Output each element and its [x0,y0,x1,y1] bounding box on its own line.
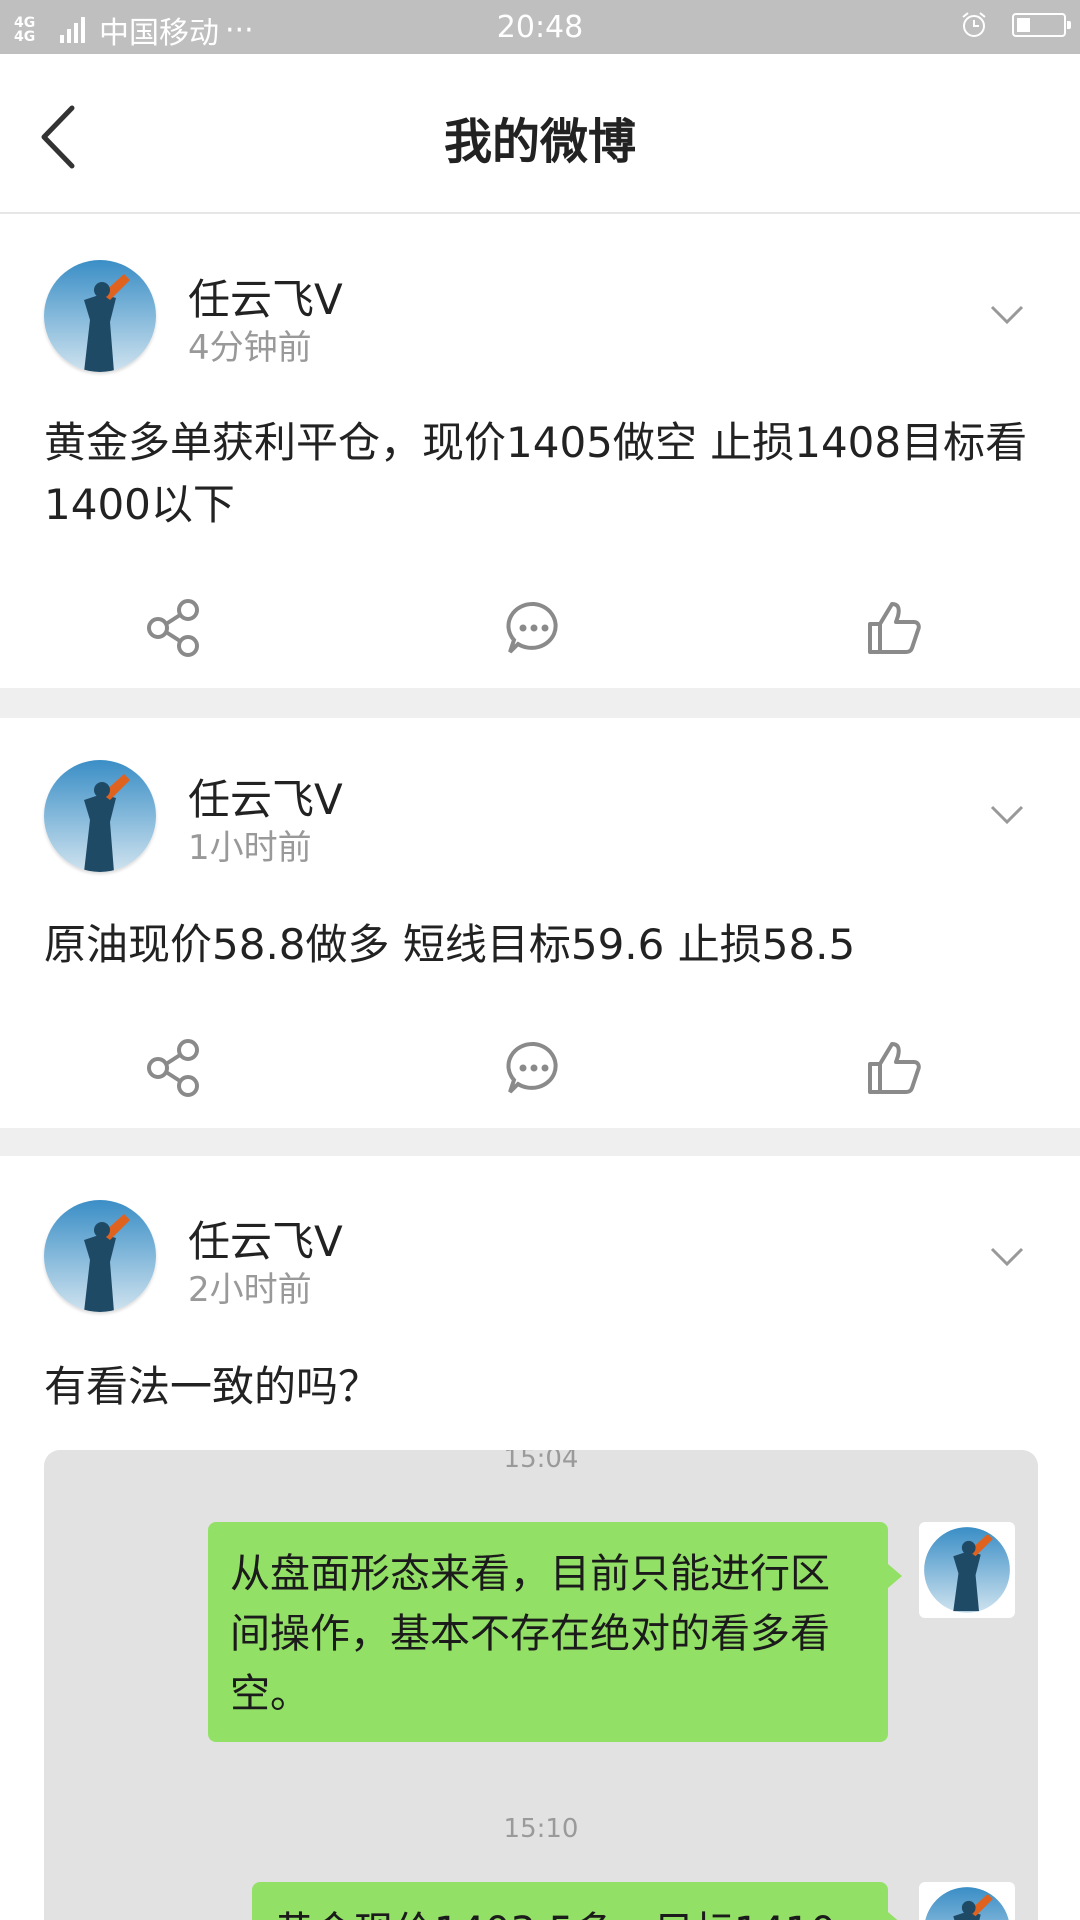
post-content: 原油现价58.8做多 短线目标59.6 止损58.5 [44,920,856,969]
comment-icon[interactable] [504,598,564,658]
chat-avatar [919,1882,1015,1920]
post-time: 2小时前 [188,1270,312,1310]
like-icon[interactable] [864,1038,924,1098]
battery-fill [1017,18,1030,32]
nav-bar: 我的微博 [0,54,1080,214]
post-time: 4分钟前 [188,328,312,368]
post-content: 有看法一致的吗？ [44,1362,381,1411]
chevron-down-icon[interactable] [990,304,1024,326]
bubble-tail [888,1564,902,1588]
avatar[interactable] [44,1200,156,1312]
chat-avatar [919,1522,1015,1618]
post-image[interactable]: 15:04 从盘面形态来看，目前只能进行区间操作，基本不存在绝对的看多看空。 1… [44,1450,1038,1920]
chat-bubble: 从盘面形态来看，目前只能进行区间操作，基本不存在绝对的看多看空。 [208,1522,902,1742]
chat-message: 从盘面形态来看，目前只能进行区间操作，基本不存在绝对的看多看空。 [230,1551,830,1717]
post-card: 任云飞V 4分钟前 黄金多单获利平仓，现价1405做空 止损1408目标看140… [0,216,1080,688]
avatar[interactable] [44,760,156,872]
like-icon[interactable] [864,598,924,658]
post-content: 黄金多单获利平仓，现价1405做空 止损1408目标看1400以下 [44,418,1028,529]
status-right [960,11,1071,39]
chevron-down-icon[interactable] [990,1246,1024,1268]
post-author[interactable]: 任云飞V [188,766,343,827]
post-separator [0,1128,1080,1156]
chat-bubble: 黄金现价1403.5多，目标1410 [252,1882,902,1920]
battery-icon [1012,13,1071,37]
post-author[interactable]: 任云飞V [188,1208,343,1269]
post-author[interactable]: 任云飞V [188,266,343,327]
bubble-tail [888,1912,902,1920]
chat-timestamp: 15:10 [503,1814,579,1844]
share-icon[interactable] [144,598,204,658]
status-bar: 4G 4G 中国移动 ··· 20:48 [0,0,1080,54]
share-icon[interactable] [144,1038,204,1098]
post-time: 1小时前 [188,828,312,868]
comment-icon[interactable] [504,1038,564,1098]
chat-message: 黄金现价1403.5多，目标1410 [274,1909,836,1920]
status-time: 20:48 [496,10,584,45]
chat-timestamp: 15:04 [503,1450,579,1474]
post-separator [0,688,1080,718]
page-title: 我的微博 [443,114,636,170]
avatar[interactable] [44,260,156,372]
alarm-icon [962,12,986,37]
post-card: 任云飞V 1小时前 原油现价58.8做多 短线目标59.6 止损58.5 [0,718,1080,1128]
chevron-down-icon[interactable] [990,804,1024,826]
